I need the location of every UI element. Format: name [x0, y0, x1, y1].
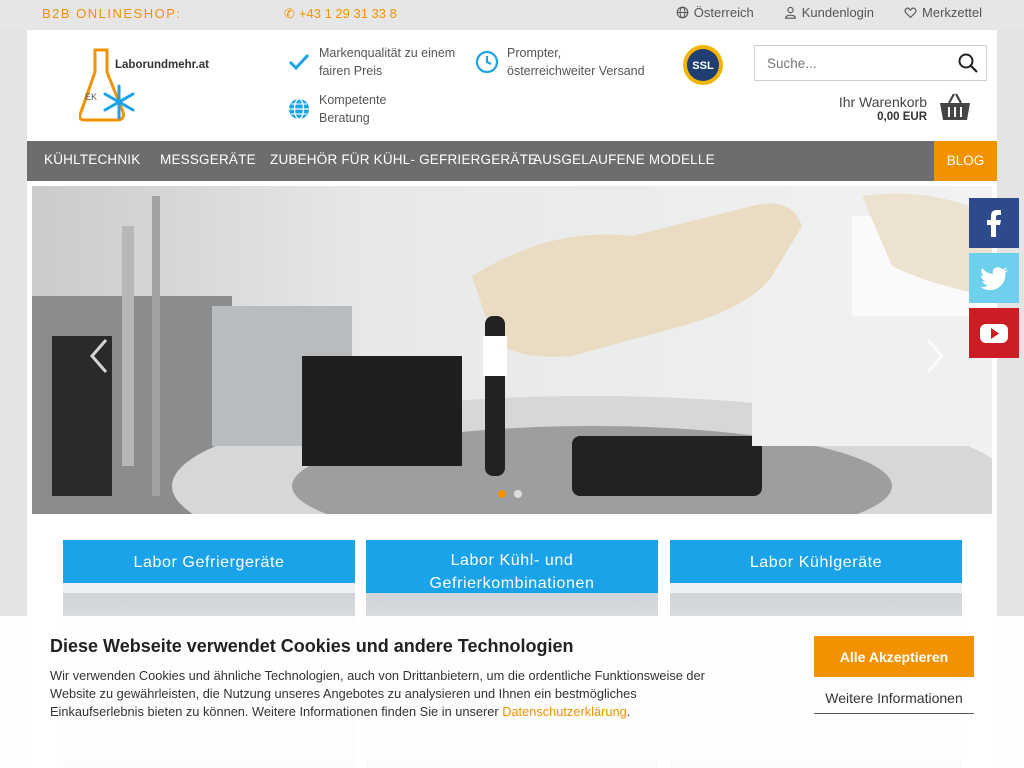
privacy-policy-link[interactable]: Datenschutzerklärung [502, 704, 626, 719]
main-nav: KÜHLTECHNIK MESSGERÄTE ZUBEHÖR FÜR KÜHL-… [27, 141, 997, 181]
slider-dot-1[interactable] [498, 490, 506, 498]
clock-icon [475, 50, 499, 74]
facebook-icon [987, 210, 1001, 237]
facebook-button[interactable] [969, 198, 1019, 248]
twitter-button[interactable] [969, 253, 1019, 303]
nav-item-messgeraete[interactable]: MESSGERÄTE [160, 152, 256, 167]
svg-text:EK: EK [85, 92, 97, 102]
top-bar: B2B ONLINESHOP: ✆ +43 1 29 31 33 8 Österr… [0, 0, 1024, 28]
slider-next-icon[interactable] [920, 336, 950, 376]
twitter-icon [980, 267, 1008, 291]
search-icon[interactable] [958, 53, 978, 73]
wishlist-label: Merkzettel [922, 5, 982, 20]
category-title: Labor Kühlgeräte [670, 540, 962, 583]
user-icon [784, 6, 796, 19]
top-links: Österreich Kundenlogin Merkzettel [676, 5, 982, 20]
youtube-icon [980, 324, 1008, 343]
nav-item-zubehoer[interactable]: ZUBEHÖR FÜR KÜHL- GEFRIERGERÄTE [270, 152, 537, 167]
phone-link[interactable]: ✆ +43 1 29 31 33 8 [284, 6, 397, 22]
accept-all-button[interactable]: Alle Akzeptieren [814, 636, 974, 677]
search-input[interactable] [755, 46, 945, 80]
logo-text: Laborundmehr.at [115, 59, 209, 71]
login-label: Kundenlogin [801, 5, 875, 20]
nav-item-kuehltechnik[interactable]: KÜHLTECHNIK [44, 152, 140, 167]
usp-advice: Kompetente Beratung [287, 91, 386, 127]
heart-icon [904, 7, 917, 19]
country-link[interactable]: Österreich [676, 5, 754, 20]
phone-number: +43 1 29 31 33 8 [298, 6, 397, 21]
login-link[interactable]: Kundenlogin [784, 5, 874, 20]
phone-icon: ✆ [284, 6, 295, 21]
country-label: Österreich [693, 5, 754, 20]
cookie-text-block: Wir verwenden Cookies und ähnliche Techn… [50, 667, 710, 721]
slider-prev-icon[interactable] [84, 336, 114, 376]
wishlist-link[interactable]: Merkzettel [904, 5, 982, 20]
basket-icon [940, 93, 970, 120]
nav-item-ausgelaufene-modelle[interactable]: AUSGELAUFENE MODELLE [533, 152, 715, 167]
cart-value: 0,00 EUR [877, 111, 927, 123]
cart-widget[interactable]: Ihr Warenkorb 0,00 EUR [827, 92, 975, 126]
usp-shipping-line1: Prompter, [507, 46, 562, 60]
b2b-label: B2B ONLINESHOP: [42, 6, 182, 21]
cart-label: Ihr Warenkorb [838, 94, 927, 110]
category-title: Labor Kühl- und Gefrierkombinationen [366, 540, 658, 598]
ssl-badge-icon: SSL [683, 45, 723, 85]
category-title: Labor Gefriergeräte [63, 540, 355, 583]
globe-icon [289, 98, 309, 120]
usp-shipping: Prompter, österreichweiter Versand [475, 44, 645, 80]
usp-quality: Markenqualität zu einem fairen Preis [287, 44, 455, 80]
search-box [754, 45, 987, 81]
youtube-button[interactable] [969, 308, 1019, 358]
cookie-title: Diese Webseite verwendet Cookies und and… [50, 636, 574, 656]
cookie-text-suffix: . [626, 704, 631, 719]
usp-advice-line1: Kompetente [319, 93, 387, 107]
globe-icon [676, 6, 689, 19]
cookie-banner: Diese Webseite verwendet Cookies und and… [0, 616, 1024, 768]
hero-slider [32, 186, 992, 514]
usp-quality-line1: Markenqualität zu einem [319, 46, 456, 60]
usp-quality-line2: fairen Preis [319, 64, 383, 78]
ssl-badge-text: SSL [692, 60, 714, 72]
usp-advice-line2: Beratung [319, 111, 370, 125]
slider-dot-2[interactable] [514, 490, 522, 498]
nav-item-blog[interactable]: BLOG [934, 141, 997, 181]
slider-dots [498, 490, 522, 498]
more-info-button[interactable]: Weitere Informationen [814, 688, 974, 714]
hero-image [32, 186, 992, 514]
checkmark-icon [288, 53, 310, 71]
usp-shipping-line2: österreichweiter Versand [507, 64, 645, 78]
